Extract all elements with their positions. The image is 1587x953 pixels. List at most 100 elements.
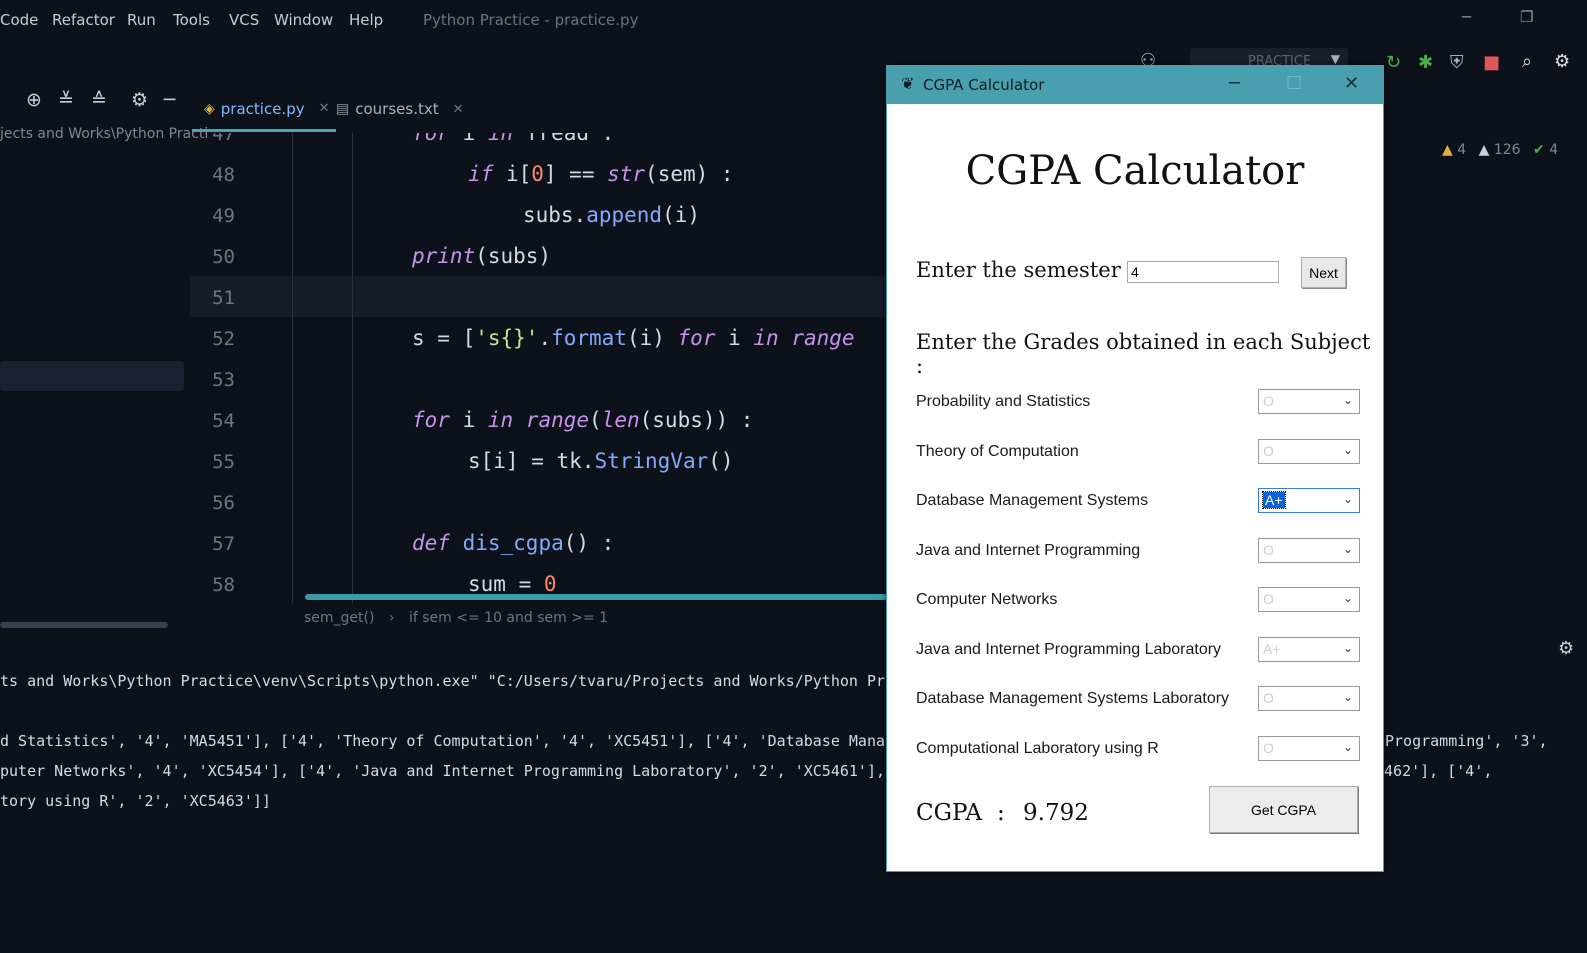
- chevron-right-icon: ›: [388, 610, 395, 626]
- cgpa-colon: :: [997, 800, 1005, 826]
- code-line: s = ['s{}'.format(i) for i in range: [412, 326, 855, 350]
- subject-row: Computer Networks O ⌄: [916, 587, 1362, 613]
- line-number: 52: [212, 328, 235, 350]
- minimize-icon[interactable]: ─: [1229, 73, 1240, 94]
- console-line: 5462'], ['4',: [1375, 762, 1493, 780]
- code-line: sum = 0: [468, 572, 557, 596]
- grade-value: O: [1263, 690, 1274, 706]
- console-line: tory using R', '2', 'XC5463']]: [0, 792, 271, 810]
- chevron-down-icon: ▼: [1330, 52, 1340, 66]
- line-number: 48: [212, 164, 235, 186]
- crosshair-icon[interactable]: ⊕: [26, 89, 42, 111]
- restore-icon[interactable]: ❐: [1520, 8, 1533, 26]
- line-number: 57: [212, 533, 235, 555]
- feather-icon: ❦: [901, 74, 915, 93]
- dialog-title: CGPA Calculator: [923, 76, 1045, 94]
- grade-select[interactable]: O ⌄: [1258, 587, 1360, 612]
- subject-row: Database Management Systems Laboratory O…: [916, 686, 1362, 712]
- line-number: 53: [212, 369, 235, 391]
- menu-code[interactable]: Code: [0, 11, 38, 29]
- line-number: 51: [212, 287, 235, 309]
- project-scrollbar[interactable]: [0, 622, 168, 628]
- subject-name: Database Management Systems: [916, 492, 1149, 509]
- subject-row: Probability and Statistics O ⌄: [916, 389, 1362, 415]
- line-number: 55: [212, 451, 235, 473]
- expand-all-icon[interactable]: ≚: [58, 89, 74, 111]
- subject-row: Computational Laboratory using R O ⌄: [916, 736, 1362, 762]
- breadcrumb-item[interactable]: if sem <= 10 and sem >= 1: [409, 610, 608, 626]
- cgpa-label: CGPA: [916, 800, 982, 826]
- text-file-icon: ▤: [336, 101, 350, 117]
- gear-icon[interactable]: ⚙: [131, 89, 148, 111]
- grade-select[interactable]: O ⌄: [1258, 538, 1360, 563]
- debug-icon[interactable]: ✱: [1418, 52, 1433, 73]
- grade-value: A+: [1263, 641, 1281, 657]
- code-line: for i in range(len(subs)) :: [412, 408, 754, 432]
- maximize-icon[interactable]: ☐: [1286, 73, 1302, 94]
- subject-row: Java and Internet Programming Laboratory…: [916, 637, 1362, 663]
- code-line: s[i] = tk.StringVar(): [468, 449, 734, 473]
- chevron-down-icon: ⌄: [1342, 393, 1353, 407]
- cgpa-value: 9.792: [1023, 800, 1089, 826]
- grade-select[interactable]: O ⌄: [1258, 736, 1360, 761]
- get-cgpa-button[interactable]: Get CGPA: [1209, 786, 1358, 833]
- dialog-heading: CGPA Calculator: [965, 148, 1305, 194]
- menu-tools[interactable]: Tools: [173, 11, 210, 29]
- tab-courses-txt[interactable]: ▤ courses.txt ✕: [336, 88, 464, 130]
- semester-label: Enter the semester :: [916, 258, 1135, 282]
- console-line: d Statistics', '4', 'MA5451'], ['4', 'Th…: [0, 732, 904, 750]
- close-icon[interactable]: ✕: [453, 102, 464, 117]
- line-number: 58: [212, 574, 235, 596]
- project-tree-path[interactable]: jects and Works\Python Practi: [0, 126, 208, 142]
- hide-icon[interactable]: ─: [164, 89, 175, 111]
- gear-icon[interactable]: ⚙: [1558, 638, 1574, 659]
- breadcrumb-item[interactable]: sem_get(): [304, 610, 374, 626]
- chevron-down-icon: ⌄: [1342, 690, 1353, 704]
- grade-select[interactable]: A+ ⌄: [1258, 488, 1360, 513]
- window-title: Python Practice - practice.py: [423, 11, 639, 29]
- search-icon[interactable]: ⌕: [1522, 51, 1532, 72]
- tab-practice-py[interactable]: ◈ practice.py ✕: [192, 88, 336, 132]
- grade-select[interactable]: O ⌄: [1258, 686, 1360, 711]
- menu-refactor[interactable]: Refactor: [52, 11, 115, 29]
- code-editor[interactable]: 47 48 49 50 51 52 53 54 55 56 57 58 for …: [190, 133, 887, 603]
- menu-vcs[interactable]: VCS: [229, 11, 259, 29]
- minimize-icon[interactable]: ─: [1462, 8, 1471, 26]
- line-number: 49: [212, 205, 235, 227]
- subject-row: Database Management Systems A+ ⌄: [916, 488, 1362, 514]
- stop-icon[interactable]: ■: [1483, 52, 1500, 73]
- code-line: subs.append(i): [523, 203, 701, 227]
- grade-select[interactable]: O ⌄: [1258, 439, 1360, 464]
- subject-name: Java and Internet Programming: [916, 542, 1141, 559]
- line-number: 54: [212, 410, 235, 432]
- rerun-icon[interactable]: ↻: [1386, 52, 1401, 73]
- menu-bar: Code Refactor Run Tools VCS Window Help …: [0, 0, 1587, 40]
- subject-name: Computational Laboratory using R: [916, 740, 1159, 757]
- next-button[interactable]: Next: [1301, 257, 1346, 288]
- grade-select[interactable]: O ⌄: [1258, 389, 1360, 414]
- semester-input[interactable]: [1127, 261, 1279, 283]
- grade-value: O: [1263, 740, 1274, 756]
- editor-horizontal-scrollbar[interactable]: [305, 594, 887, 600]
- gear-icon[interactable]: ⚙: [1554, 51, 1570, 72]
- dialog-titlebar[interactable]: ❦ CGPA Calculator ─ ☐ ✕: [887, 66, 1383, 104]
- menu-window[interactable]: Window: [274, 11, 333, 29]
- menu-run[interactable]: Run: [127, 11, 156, 29]
- weak-warning-icon: ▲: [1478, 142, 1490, 158]
- coverage-icon[interactable]: ⛨: [1450, 52, 1464, 73]
- code-line: if i[0] == str(sem) :: [468, 162, 734, 186]
- inspection-widget[interactable]: ▲ 4 ▲ 126 ✔ 4: [1442, 142, 1558, 158]
- chevron-down-icon: ⌄: [1342, 641, 1353, 655]
- close-icon[interactable]: ✕: [319, 101, 330, 116]
- chevron-down-icon: ⌄: [1342, 492, 1353, 506]
- subject-name: Computer Networks: [916, 591, 1058, 608]
- line-number: 56: [212, 492, 235, 514]
- close-icon[interactable]: ✕: [1344, 73, 1359, 94]
- collapse-all-icon[interactable]: ≙: [91, 89, 107, 111]
- project-tree-selection[interactable]: [0, 361, 184, 391]
- menu-help[interactable]: Help: [349, 11, 383, 29]
- ok-count: 4: [1549, 142, 1559, 158]
- grade-select[interactable]: A+ ⌄: [1258, 637, 1360, 662]
- subject-name: Java and Internet Programming Laboratory: [916, 641, 1222, 658]
- cgpa-calculator-window: ❦ CGPA Calculator ─ ☐ ✕ CGPA Calculator …: [886, 65, 1384, 872]
